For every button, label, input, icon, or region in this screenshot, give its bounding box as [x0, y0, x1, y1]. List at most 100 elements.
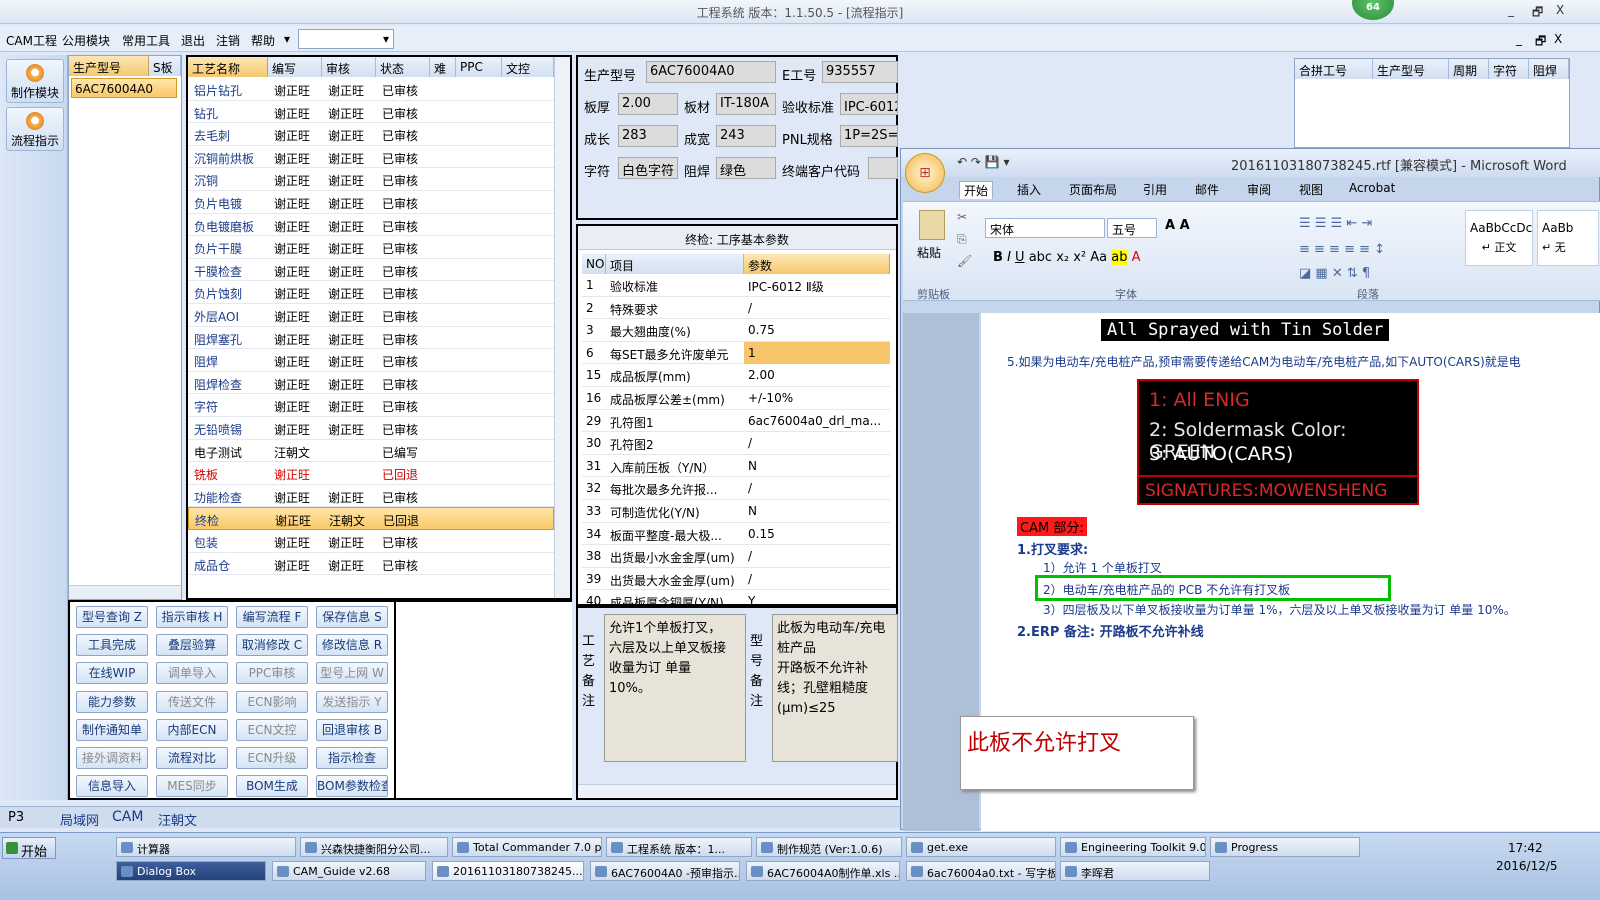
col-difficulty[interactable]: 难 [430, 57, 456, 77]
action-button[interactable]: 型号上网 W [316, 662, 388, 685]
menu-arrow-icon[interactable]: ▾ [284, 32, 290, 46]
table-row[interactable]: 铣板 谢正旺 已回退 [188, 462, 554, 485]
col-reviewer[interactable]: 审核 [322, 57, 376, 77]
make-module-button[interactable]: ● 制作模块 [6, 59, 64, 103]
minimize-button[interactable]: _ [1508, 3, 1514, 17]
action-button[interactable]: 保存信息 S [316, 606, 388, 628]
action-button[interactable]: 编写流程 F [236, 606, 308, 628]
action-button[interactable]: 指示审核 H [156, 606, 228, 628]
param-row[interactable]: 34 板面平整度-最大极... 0.15 [582, 523, 890, 546]
col-param[interactable]: 参数 [744, 254, 890, 274]
table-row[interactable]: 阻焊 谢正旺 谢正旺 已审核 [188, 349, 554, 372]
param-row[interactable]: 32 每批次最多允许报... / [582, 477, 890, 500]
action-button[interactable]: 内部ECN [156, 718, 228, 741]
menu-cam[interactable]: CAM工程 [6, 32, 57, 49]
table-row[interactable]: 字符 谢正旺 谢正旺 已审核 [188, 394, 554, 417]
taskbar-item[interactable]: Progress [1210, 837, 1360, 857]
table-row[interactable]: 阻焊检查 谢正旺 谢正旺 已审核 [188, 372, 554, 395]
table-row[interactable]: 沉铜前烘板 谢正旺 谢正旺 已审核 [188, 146, 554, 169]
param-row[interactable]: 39 出货最大水金金厚(um) / [582, 568, 890, 591]
taskbar-item[interactable]: 计算器 [116, 837, 296, 857]
field-legend[interactable]: 白色字符 [618, 157, 678, 179]
grow-font-icon[interactable]: A A [1165, 218, 1190, 233]
table-row[interactable]: 沉铜 谢正旺 谢正旺 已审核 [188, 168, 554, 191]
taskbar-item[interactable]: 工程系统 版本：1... [606, 837, 752, 857]
param-row[interactable]: 3 最大翘曲度(%) 0.75 [582, 319, 890, 342]
action-button[interactable]: 回退审核 B [316, 718, 388, 741]
taskbar-item[interactable]: 20161103180738245.... [432, 861, 584, 881]
taskbar-item[interactable]: Total Commander 7.0 p... [452, 837, 602, 857]
param-row[interactable]: 31 入库前压板（Y/N） N [582, 455, 890, 478]
taskbar-item[interactable]: 6AC76004A0 -预审指示... [590, 861, 740, 881]
menu-help[interactable]: 帮助 [251, 32, 275, 49]
field-e-number[interactable]: 935557 [822, 61, 898, 83]
action-button[interactable]: BOM参数检查 [316, 775, 388, 798]
col-process-name[interactable]: 工艺名称 [188, 57, 268, 77]
paste-label[interactable]: 粘贴 [917, 244, 941, 261]
model-row[interactable]: 6AC76004A0 [71, 78, 177, 98]
field-customer-code[interactable] [868, 157, 898, 179]
table-row[interactable]: 电子测试 汪朝文 已编写 [188, 440, 554, 463]
table-row[interactable]: 干膜检查 谢正旺 谢正旺 已审核 [188, 259, 554, 282]
field-width[interactable]: 243 [716, 125, 776, 147]
col-merge-no[interactable]: 合拼工号 [1295, 59, 1373, 79]
action-button[interactable]: 叠层验算 [156, 634, 228, 657]
col-merge-legend[interactable]: 字符 [1489, 59, 1529, 79]
table-row[interactable]: 钻孔 谢正旺 谢正旺 已审核 [188, 101, 554, 124]
inner-restore-button[interactable]: 🗗 [1535, 32, 1546, 53]
table-row[interactable]: 无铅喷锡 谢正旺 谢正旺 已审核 [188, 417, 554, 440]
field-material[interactable]: IT-180A [716, 93, 776, 115]
tab-5[interactable]: 审阅 [1243, 181, 1275, 198]
format-painter-icon[interactable]: 🖌 [957, 254, 972, 268]
param-row[interactable]: 30 孔符图2 / [582, 432, 890, 455]
format-icons[interactable]: B I U abc x₂ x² Aa ab A [993, 250, 1141, 265]
action-button[interactable]: MES同步 [156, 775, 228, 798]
action-button[interactable]: BOM生成 [236, 775, 308, 798]
taskbar-item[interactable]: Engineering Toolkit 9.0... [1060, 837, 1206, 857]
taskbar-item[interactable]: 制作规范 (Ver:1.0.6) [756, 837, 902, 857]
taskbar-item[interactable]: 李晖君 [1060, 861, 1210, 881]
model-scrollbar[interactable] [69, 585, 181, 599]
action-button[interactable]: 调单导入 [156, 662, 228, 685]
action-button[interactable]: 工具完成 [76, 634, 148, 657]
action-button[interactable]: 取消修改 C [236, 634, 308, 657]
param-row[interactable]: 1 验收标准 IPC-6012 Ⅱ级 [582, 274, 890, 297]
font-size-select[interactable]: 五号 [1107, 218, 1157, 238]
action-button[interactable]: 能力参数 [76, 690, 148, 713]
quick-access-icon[interactable]: ↶ ↷ 💾 ▾ [957, 155, 1010, 169]
menu-select[interactable]: ▾ [298, 29, 394, 49]
param-row[interactable]: 6 每SET最多允许废单元 1 [582, 341, 890, 365]
craft-note-text[interactable]: 允许1个单板打叉，六层及以上单叉板接收量为订 单量10%。 [604, 614, 746, 762]
list-icons[interactable]: ☰ ☰ ☰ ⇤ ⇥ [1299, 216, 1372, 231]
action-button[interactable]: 流程对比 [156, 747, 228, 769]
cut-icon[interactable]: ✂ [957, 210, 967, 224]
action-button[interactable]: 在线WIP [76, 662, 148, 685]
model-note-text[interactable]: 此板为电动车/充电桩产品 开路板不允许补线；孔壁粗糙度(μm)≤25 [772, 614, 898, 762]
tab-7[interactable]: Acrobat [1345, 181, 1399, 195]
tab-0[interactable]: 开始 [959, 181, 994, 199]
table-row[interactable]: 阻焊塞孔 谢正旺 谢正旺 已审核 [188, 327, 554, 350]
col-s-board[interactable]: S板 [149, 56, 181, 76]
action-button[interactable]: 指示检查 [316, 747, 388, 769]
param-row[interactable]: 16 成品板厚公差±(mm) +/-10% [582, 387, 890, 410]
tab-3[interactable]: 引用 [1139, 181, 1171, 198]
col-model[interactable]: 生产型号 [69, 56, 149, 76]
style-nospacing[interactable]: AaBb ↵ 无 [1537, 210, 1599, 266]
maximize-button[interactable]: 🗗 [1532, 3, 1543, 24]
table-row[interactable]: 负电镀磨板 谢正旺 谢正旺 已审核 [188, 214, 554, 237]
tab-4[interactable]: 邮件 [1191, 181, 1223, 198]
field-soldermask[interactable]: 绿色 [716, 157, 776, 179]
col-status[interactable]: 状态 [376, 57, 430, 77]
table-row[interactable]: 包装 谢正旺 谢正旺 已审核 [188, 530, 554, 553]
table-row[interactable]: 负片蚀刻 谢正旺 谢正旺 已审核 [188, 281, 554, 304]
taskbar-item[interactable]: 兴森快捷衡阳分公司... [300, 837, 448, 857]
table-row[interactable]: 负片干膜 谢正旺 谢正旺 已审核 [188, 236, 554, 259]
table-row[interactable]: 功能检查 谢正旺 谢正旺 已审核 [188, 485, 554, 508]
tab-2[interactable]: 页面布局 [1065, 181, 1121, 198]
param-row[interactable]: 15 成品板厚(mm) 2.00 [582, 364, 890, 387]
taskbar-item[interactable]: 6AC76004A0制作单.xls ... [746, 861, 900, 881]
tab-1[interactable]: 插入 [1013, 181, 1045, 198]
field-thickness[interactable]: 2.00 [618, 93, 678, 115]
col-merge-mask[interactable]: 阻焊 [1529, 59, 1569, 79]
status-p3[interactable]: P3 [8, 810, 24, 825]
